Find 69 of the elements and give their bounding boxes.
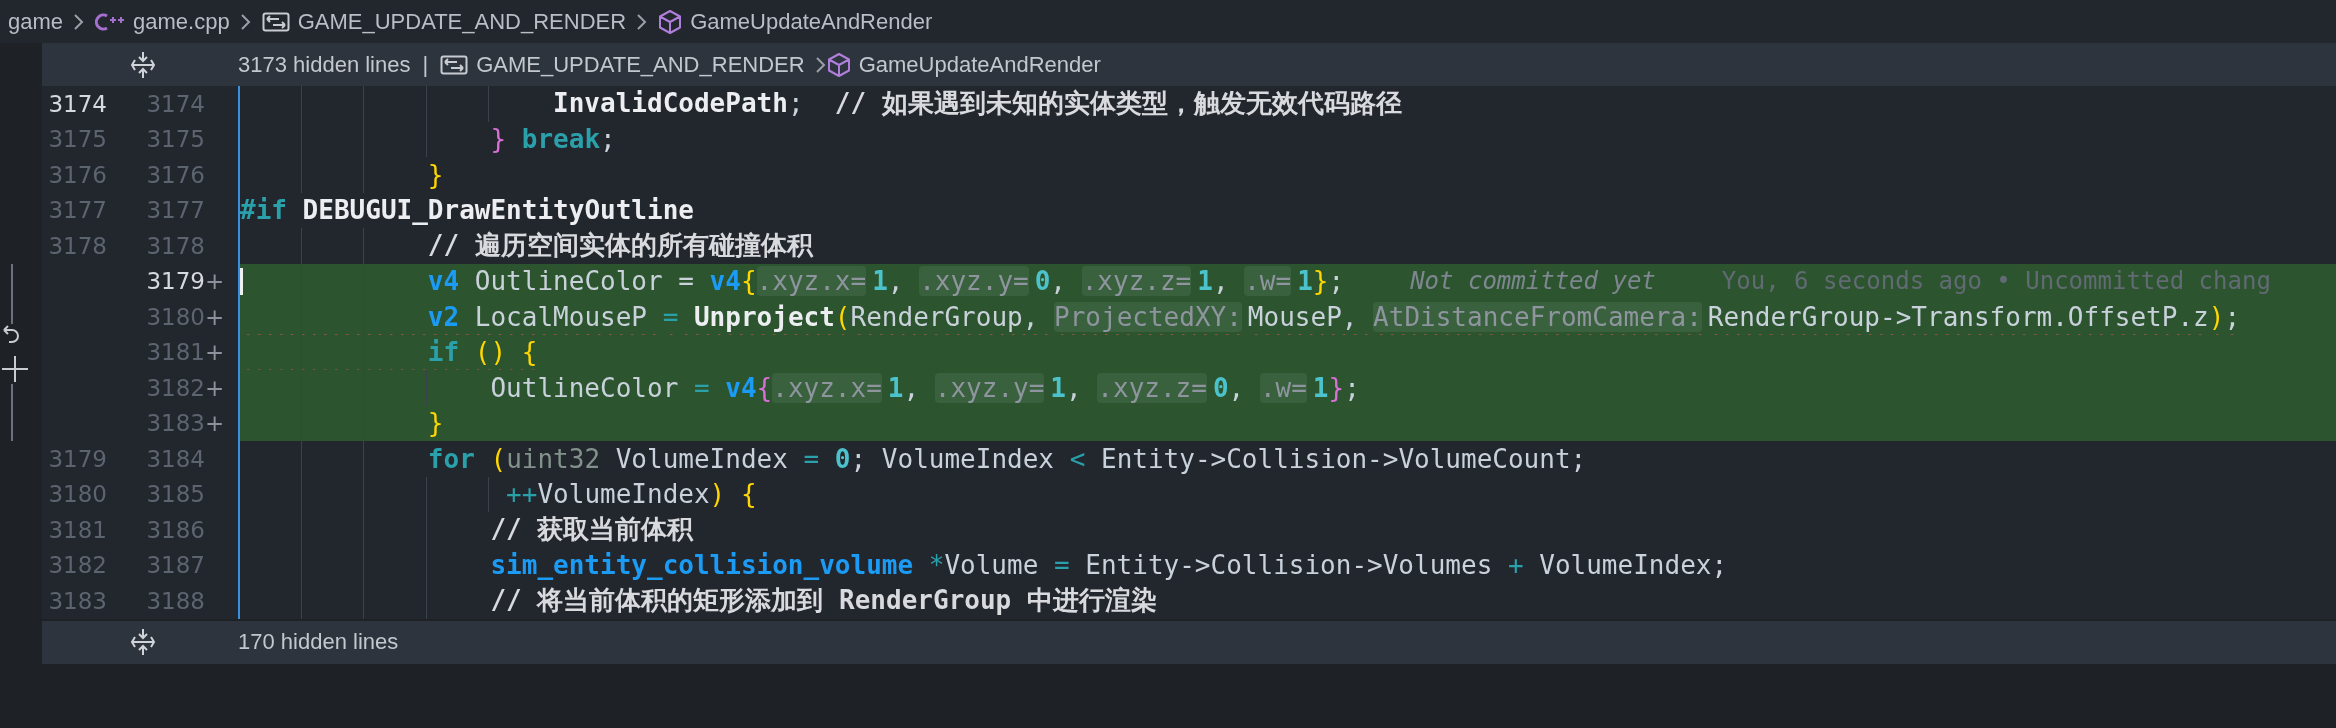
- line-number: 3177: [145, 196, 205, 226]
- code-line: v2 LocalMouseP = Unproject(RenderGroup, ProjectedXY: MouseP, AtDistanceFromCamera: RenderGroup->Transform.OffsetP.z);: [426, 301, 2241, 332]
- add-icon[interactable]: [0, 353, 30, 384]
- added-marker: +: [205, 374, 225, 401]
- line-number: 3188: [145, 586, 205, 616]
- line-number: 3178: [145, 231, 205, 261]
- code-line: OutlineColor = v4{.xyz.x= 1, .xyz.y= 1, .xyz.z= 0, .w= 1};: [489, 372, 1360, 403]
- line-number: 3187: [145, 551, 205, 581]
- code-line: }: [426, 159, 444, 190]
- line-number: 3176: [145, 160, 205, 190]
- line-number: 3183: [47, 586, 107, 616]
- code-line: } break;: [489, 124, 616, 155]
- chevron-icon: [73, 11, 86, 32]
- line-number: 3181: [47, 515, 107, 545]
- line-number: 3179: [145, 267, 205, 297]
- code-line: if () {: [426, 337, 538, 368]
- cpp-file-icon: [95, 10, 126, 33]
- code-line: for (uint32 VolumeIndex = 0; VolumeIndex < Entity->Collision->VolumeCount;: [426, 443, 1587, 474]
- blame-annotation: You, 6 seconds ago • Uncommitted chang: [1721, 267, 2271, 296]
- symbol-icon: [440, 53, 469, 76]
- breadcrumb-item[interactable]: GAME_UPDATE_AND_RENDER: [261, 8, 627, 35]
- line-number: 3183: [145, 409, 205, 439]
- breadcrumb-item[interactable]: GameUpdateAndRender: [826, 51, 1101, 78]
- added-marker: +: [205, 339, 225, 366]
- added-marker: +: [205, 410, 225, 437]
- line-number: 3184: [145, 444, 205, 474]
- chevron-icon: [814, 54, 827, 75]
- unfold-icon[interactable]: [130, 50, 156, 79]
- separator: |: [422, 51, 429, 78]
- line-number: 3180: [145, 302, 205, 332]
- line-number: 3178: [47, 231, 107, 261]
- text-cursor: [240, 267, 243, 295]
- line-number: 3177: [47, 196, 107, 226]
- unfold-icon[interactable]: [130, 628, 156, 656]
- line-number: 3174: [47, 89, 107, 119]
- chevron-icon: [239, 11, 252, 32]
- chevron-icon: [636, 11, 649, 32]
- code-line: // 遍历空间实体的所有碰撞体积: [426, 229, 813, 263]
- line-number: 3175: [145, 125, 205, 155]
- code-line: InvalidCodePath; // 如果遇到未知的实体类型，触发无效代码路径: [552, 87, 1402, 121]
- blame-annotation: Not committed yet: [1410, 267, 1656, 296]
- symbol-icon: [261, 10, 290, 33]
- line-number: 3176: [47, 160, 107, 190]
- code-line: ++VolumeIndex) {: [505, 479, 757, 510]
- line-number: 3175: [47, 125, 107, 155]
- breadcrumb-item[interactable]: game: [8, 8, 64, 35]
- cube-icon: [658, 8, 683, 35]
- line-number: 3179: [47, 444, 107, 474]
- line-number: 3186: [145, 515, 205, 545]
- line-number: 3185: [145, 480, 205, 510]
- line-number: 3182: [47, 551, 107, 581]
- code-line: // 将当前体积的矩形添加到 RenderGroup 中进行渲染: [489, 584, 1157, 618]
- line-number: 3182: [145, 373, 205, 403]
- code-line: v4 OutlineColor = v4{.xyz.x= 1, .xyz.y= 0, .xyz.z= 1, .w= 1};: [426, 266, 1345, 297]
- added-marker: +: [205, 268, 225, 295]
- code-line: #if DEBUGUI_DrawEntityOutline: [240, 195, 694, 226]
- hidden-lines-label[interactable]: 170 hidden lines: [238, 629, 399, 655]
- cube-icon: [826, 51, 851, 78]
- code-line: sim_entity_collision_volume *Volume = Entity->Collision->Volumes + VolumeIndex;: [489, 550, 1728, 581]
- line-number: 3181: [145, 338, 205, 368]
- breadcrumb-item[interactable]: GAME_UPDATE_AND_RENDER: [440, 51, 805, 78]
- line-number: 3174: [145, 89, 205, 119]
- code-line: }: [426, 408, 444, 439]
- breadcrumb-item[interactable]: game.cpp: [95, 8, 230, 35]
- hidden-lines-label[interactable]: 3173 hidden lines: [238, 51, 411, 78]
- added-marker: +: [205, 303, 225, 330]
- breadcrumb-item[interactable]: GameUpdateAndRender: [658, 8, 933, 35]
- code-line: // 获取当前体积: [489, 513, 694, 547]
- line-number: 3180: [47, 480, 107, 510]
